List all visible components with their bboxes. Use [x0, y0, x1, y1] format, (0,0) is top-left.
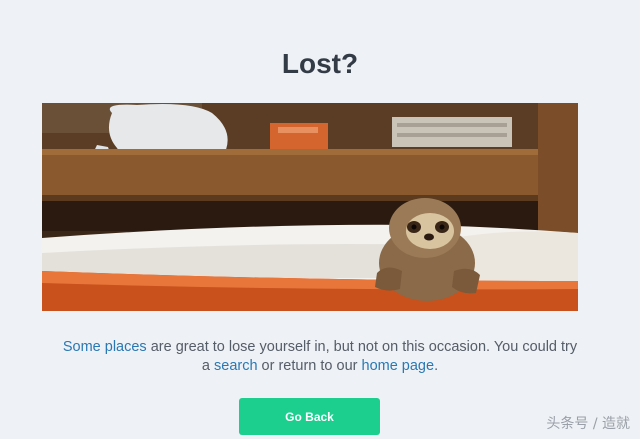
go-back-button[interactable]: Go Back [239, 398, 380, 435]
search-link[interactable]: search [214, 358, 258, 374]
sloth-photo [42, 103, 578, 311]
shelf-edge-shadow [42, 195, 578, 201]
some-places-link[interactable]: Some places [63, 339, 147, 355]
page-title: Lost? [281, 48, 359, 79]
orange-box [270, 123, 328, 149]
watermark: 头条号 / 造就 [546, 416, 630, 432]
shelf-board [42, 149, 578, 199]
message-text-2: or return to our [257, 358, 362, 374]
shelf-edge-highlight [42, 149, 578, 155]
home-page-link[interactable]: home page [362, 358, 435, 374]
paper-line-1 [397, 123, 507, 127]
sloth-arm-right [452, 268, 480, 294]
sloth-eye-left [411, 224, 417, 230]
lost-message: Some places are great to lose yourself i… [60, 338, 580, 376]
sloth-eye-right [439, 224, 445, 230]
sloth-illustration [42, 103, 578, 311]
sloth-nose [424, 233, 434, 241]
paper-line-2 [397, 133, 507, 137]
papers [392, 117, 512, 147]
message-text-3: . [434, 358, 439, 374]
box-label [278, 127, 318, 133]
